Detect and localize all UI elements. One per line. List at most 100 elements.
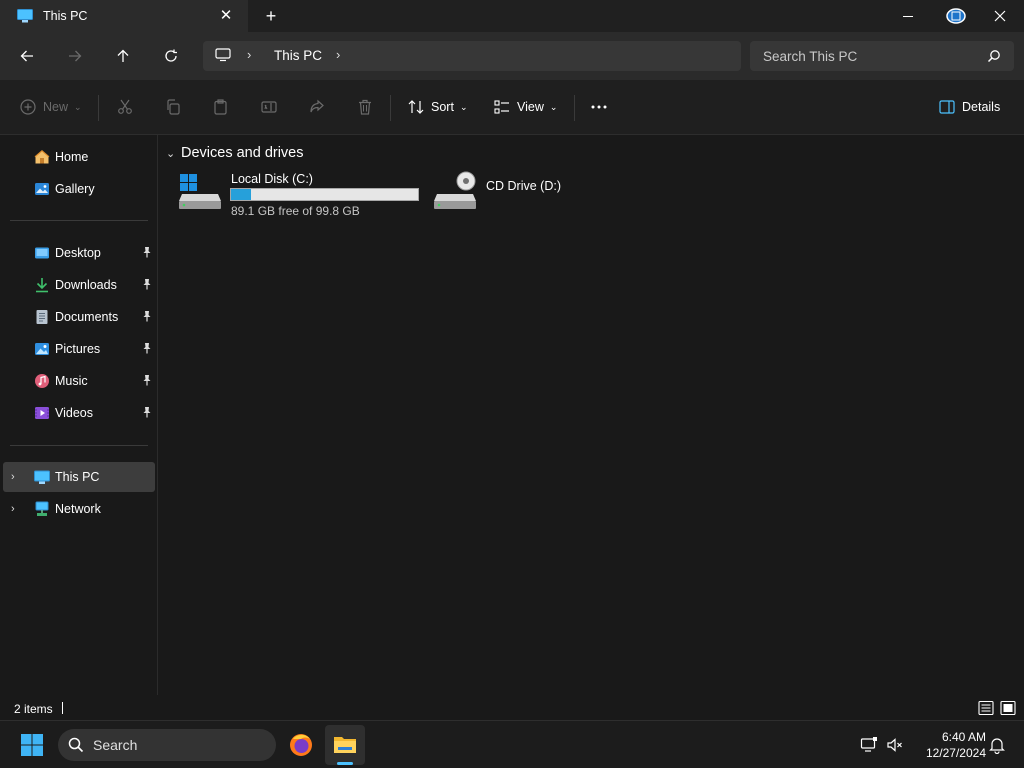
sidebar-item-network[interactable]: › Network <box>0 494 155 524</box>
delete-button[interactable] <box>357 96 373 118</box>
rename-button[interactable] <box>261 96 277 118</box>
sidebar-item-label: Videos <box>55 406 93 420</box>
sidebar-item-documents[interactable]: Documents <box>0 302 155 332</box>
chevron-down-icon: ⌄ <box>74 101 82 112</box>
sidebar-item-label: This PC <box>55 470 100 484</box>
chevron-right-icon[interactable]: › <box>11 471 21 483</box>
pin-icon <box>143 407 151 418</box>
details-view-icon[interactable] <box>978 700 994 716</box>
up-button[interactable] <box>111 44 135 68</box>
chevron-down-icon: ⌄ <box>459 101 468 112</box>
taskbar-app-firefox[interactable] <box>281 725 321 765</box>
network-tray-icon[interactable] <box>860 736 878 754</box>
drive-name: CD Drive (D:) <box>486 179 561 193</box>
share-icon <box>310 99 324 113</box>
network-icon <box>35 501 49 516</box>
more-options-button[interactable] <box>590 96 608 118</box>
pin-icon <box>143 375 151 386</box>
clock-date: 12/27/2024 <box>925 746 986 760</box>
search-input[interactable] <box>763 48 973 64</box>
sidebar-item-music[interactable]: Music <box>0 366 155 396</box>
taskbar-app-file-explorer[interactable] <box>325 725 365 765</box>
music-folder-icon <box>35 374 49 388</box>
sidebar-item-gallery[interactable]: Gallery <box>0 174 155 204</box>
breadcrumb-this-pc[interactable]: This PC <box>274 48 322 63</box>
close-button[interactable] <box>977 0 1023 32</box>
trash-icon <box>359 99 371 115</box>
view-label: View <box>517 100 544 114</box>
group-title: Devices and drives <box>181 145 304 161</box>
search-icon <box>987 50 1000 63</box>
sidebar-item-home[interactable]: Home <box>0 142 155 172</box>
sidebar-divider <box>10 220 148 221</box>
paste-button[interactable] <box>213 96 229 118</box>
firefox-icon <box>290 734 312 756</box>
maximize-icon <box>946 8 966 24</box>
tab-close-icon[interactable]: ✕ <box>218 8 234 24</box>
volume-muted-icon[interactable] <box>886 736 904 754</box>
sidebar-item-label: Network <box>55 502 101 516</box>
sidebar-divider <box>10 445 148 446</box>
sidebar-item-desktop[interactable]: Desktop <box>0 238 155 268</box>
group-header[interactable]: ⌄ Devices and drives <box>166 145 304 161</box>
minimize-button[interactable] <box>885 0 931 32</box>
monitor-icon <box>215 48 231 62</box>
taskbar-search[interactable]: Search <box>58 729 276 761</box>
pictures-folder-icon <box>35 343 49 355</box>
rename-icon <box>261 101 277 113</box>
tiles-view-icon[interactable] <box>1000 700 1016 716</box>
cut-button[interactable] <box>117 96 133 118</box>
local-disk-icon <box>179 174 221 209</box>
taskbar-clock[interactable]: 6:40 AM 12/27/2024 <box>912 729 986 761</box>
details-label: Details <box>962 100 1001 114</box>
chevron-right-icon[interactable]: › <box>336 47 340 62</box>
sidebar-item-label: Gallery <box>55 182 95 196</box>
desktop-folder-icon <box>35 247 49 259</box>
gallery-icon <box>35 183 49 195</box>
arrow-right-icon <box>69 50 82 62</box>
documents-folder-icon <box>36 310 48 324</box>
sidebar-item-this-pc[interactable]: › This PC <box>3 462 155 492</box>
new-button[interactable]: New ⌄ <box>20 96 82 118</box>
windows-start-icon[interactable] <box>20 733 44 757</box>
sidebar-item-label: Home <box>55 150 89 164</box>
this-pc-icon <box>17 9 33 23</box>
sidebar-item-downloads[interactable]: Downloads <box>0 270 155 300</box>
chevron-right-icon[interactable]: › <box>11 503 21 515</box>
this-pc-icon <box>34 470 50 484</box>
maximize-button[interactable] <box>933 0 979 32</box>
chevron-right-icon[interactable]: › <box>247 47 251 62</box>
search-box[interactable] <box>750 41 1014 71</box>
details-pane-button[interactable]: Details <box>939 96 1000 118</box>
active-app-indicator <box>337 762 353 765</box>
pin-icon <box>143 279 151 290</box>
drive-item-cd-drive[interactable]: CD Drive (D:) <box>432 169 612 219</box>
sidebar-item-videos[interactable]: Videos <box>0 398 155 428</box>
notification-bell-icon[interactable] <box>988 736 1006 754</box>
plus-circle-icon <box>20 99 36 115</box>
home-icon <box>34 150 50 164</box>
new-tab-icon[interactable]: + <box>262 7 280 25</box>
divider <box>390 95 391 121</box>
pin-icon <box>143 247 151 258</box>
copy-button[interactable] <box>165 96 181 118</box>
address-bar[interactable]: › This PC › <box>203 41 741 71</box>
sort-button[interactable]: Sort ⌄ <box>408 96 467 118</box>
chevron-down-icon[interactable]: ⌄ <box>166 147 178 160</box>
title-bar: This PC ✕ + <box>0 0 1024 32</box>
tab-this-pc[interactable]: This PC ✕ <box>0 0 248 32</box>
refresh-button[interactable] <box>159 44 183 68</box>
drive-item-local-disk[interactable]: Local Disk (C:) 89.1 GB free of 99.8 GB <box>177 169 422 219</box>
view-list-icon <box>494 100 509 114</box>
file-list: ⌄ Devices and drives Local Disk (C:) 89.… <box>159 135 1024 695</box>
back-button[interactable] <box>15 44 39 68</box>
minimize-icon <box>903 16 913 17</box>
taskbar: Search 6:40 AM 12/27/2024 <box>0 720 1024 768</box>
sidebar-item-pictures[interactable]: Pictures <box>0 334 155 364</box>
share-button[interactable] <box>309 96 325 118</box>
chevron-down-icon: ⌄ <box>549 101 558 112</box>
view-button[interactable]: View ⌄ <box>494 96 557 118</box>
forward-button[interactable] <box>63 44 87 68</box>
copy-icon <box>167 99 180 115</box>
arrow-up-icon <box>117 49 129 62</box>
